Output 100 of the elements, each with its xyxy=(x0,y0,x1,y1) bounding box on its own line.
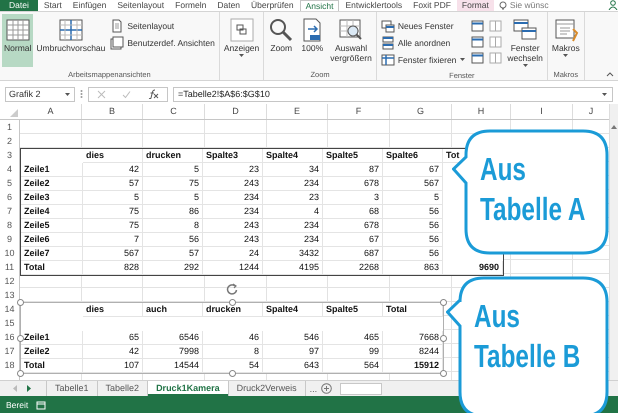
ribbon-button[interactable]: Neues Fenster xyxy=(378,18,468,33)
row-header[interactable]: 11 xyxy=(0,260,19,274)
row-header[interactable]: 8 xyxy=(0,218,19,232)
row-header[interactable]: 9 xyxy=(0,232,19,246)
column-header[interactable]: C xyxy=(143,104,205,119)
ribbon-tab[interactable]: Entwicklertools xyxy=(340,0,408,11)
ribbon-button[interactable]: Anzeigen xyxy=(222,14,262,67)
resize-handle[interactable] xyxy=(229,370,236,377)
row-header[interactable]: 13 xyxy=(0,288,19,302)
table-cell: 56 xyxy=(383,247,443,261)
table-cell: 57 xyxy=(143,247,203,261)
table-cell: 243 xyxy=(203,233,263,247)
resize-handle[interactable] xyxy=(17,370,24,377)
ribbon-button[interactable]: Fenster fixieren xyxy=(378,52,468,67)
ribbon-button[interactable]: Fenster wechseln xyxy=(505,14,545,70)
ribbon-button[interactable]: Auswahl vergrößern xyxy=(328,14,374,67)
ribbon-button[interactable]: 100% xyxy=(297,14,328,67)
table-cell: 678 xyxy=(323,219,383,233)
collapse-ribbon-icon xyxy=(606,71,614,77)
select-all-icon xyxy=(10,109,18,117)
row-header[interactable]: 18 xyxy=(0,358,19,372)
ribbon-tab[interactable]: Seitenlayout xyxy=(112,0,170,11)
table-cell: 678 xyxy=(323,177,383,191)
table-cell: 75 xyxy=(83,219,143,233)
row-header[interactable]: 12 xyxy=(0,274,19,288)
row-header[interactable]: 7 xyxy=(0,204,19,218)
name-box[interactable]: Grafik 2 xyxy=(5,86,75,102)
table-cell: 1244 xyxy=(203,261,263,275)
page-grid-icon xyxy=(58,17,84,43)
row-header[interactable]: 17 xyxy=(0,344,19,358)
table-cell: 42 xyxy=(83,163,143,177)
column-header[interactable]: H xyxy=(452,104,511,119)
ribbon-button[interactable]: Benutzerdef. Ansichten xyxy=(108,35,217,50)
formula-field[interactable]: =Tabelle2!$A$6:$G$10 xyxy=(173,86,613,102)
row-header[interactable]: 6 xyxy=(0,190,19,204)
row-label: Total xyxy=(21,261,83,275)
ribbon-tab[interactable]: Start xyxy=(38,0,67,11)
table-cell: 7998 xyxy=(143,345,203,359)
tell-me-field[interactable]: Sie wünsc xyxy=(498,0,549,11)
ribbon-button[interactable]: Alle anordnen xyxy=(378,35,468,50)
row-header[interactable]: 2 xyxy=(0,134,19,148)
row-header[interactable]: 1 xyxy=(0,120,19,134)
table-cell: 567 xyxy=(383,177,443,191)
row-header[interactable]: 10 xyxy=(0,246,19,260)
rotate-handle-icon[interactable] xyxy=(226,283,238,295)
ribbon-button[interactable]: Normal xyxy=(2,14,34,67)
table-cell: 4195 xyxy=(263,261,323,275)
table-cell: 863 xyxy=(383,261,443,275)
row-header[interactable]: 5 xyxy=(0,176,19,190)
table-cell: 234 xyxy=(263,177,323,191)
split-window-icon xyxy=(489,20,502,32)
column-header[interactable]: B xyxy=(82,104,143,119)
row-header[interactable]: 16 xyxy=(0,330,19,344)
row-header[interactable]: 3 xyxy=(0,148,19,162)
table-cell: 56 xyxy=(383,219,443,233)
table-cell: 8 xyxy=(143,219,203,233)
row-label: Zeile2 xyxy=(21,177,83,191)
column-header: Spalte3 xyxy=(203,149,263,163)
row-label: Zeile2 xyxy=(21,345,83,359)
row-label: Zeile6 xyxy=(21,233,83,247)
ribbon-tab[interactable]: Daten xyxy=(212,0,246,11)
column-header[interactable]: E xyxy=(267,104,328,119)
column-header: Spalte4 xyxy=(263,303,323,317)
ribbon-tab[interactable]: Foxit PDF xyxy=(408,0,456,11)
resize-handle[interactable] xyxy=(440,299,447,306)
ribbon-button[interactable]: Zoom xyxy=(266,14,296,67)
resize-handle[interactable] xyxy=(17,335,24,342)
row-header[interactable]: 14 xyxy=(0,302,19,316)
column-header[interactable]: F xyxy=(328,104,390,119)
ribbon-tab[interactable]: Formeln xyxy=(170,0,212,11)
resize-handle[interactable] xyxy=(440,370,447,377)
row-header[interactable]: 15 xyxy=(0,316,19,330)
person-icon xyxy=(608,0,618,10)
row-header[interactable]: 4 xyxy=(0,162,19,176)
ribbon-tab[interactable]: Überprüfen xyxy=(246,0,299,11)
horizontal-scrollbar[interactable] xyxy=(340,382,382,394)
table-cell: 234 xyxy=(263,233,323,247)
table-cell: 57 xyxy=(83,177,143,191)
ribbon-tab[interactable]: Ansicht xyxy=(300,0,340,11)
sheet-tab[interactable]: Druck1Kamera xyxy=(148,381,229,396)
column-header: Spalte5 xyxy=(323,149,383,163)
ribbon-button[interactable]: Umbruchvorschau xyxy=(34,14,108,67)
more-tabs[interactable]: ... xyxy=(310,384,318,394)
table-cell: 7 xyxy=(83,233,143,247)
column-header[interactable]: D xyxy=(205,104,267,119)
ribbon-button[interactable]: Seitenlayout xyxy=(108,18,217,33)
vertical-scrollbar[interactable] xyxy=(609,104,618,380)
table-cell: 67 xyxy=(323,233,383,247)
resize-handle[interactable] xyxy=(229,299,236,306)
ribbon-button[interactable]: Makros xyxy=(550,14,582,67)
ribbon-tab[interactable]: Format xyxy=(456,0,494,11)
resize-handle[interactable] xyxy=(17,299,24,306)
column-header[interactable]: I xyxy=(511,104,573,119)
ribbon-tab[interactable]: Datei xyxy=(0,0,38,11)
table-cell: 5 xyxy=(383,191,443,205)
table-cell: 5 xyxy=(143,191,203,205)
ribbon-tab[interactable]: Einfügen xyxy=(68,0,112,11)
column-header[interactable]: G xyxy=(390,104,452,119)
column-header[interactable]: A xyxy=(20,104,82,119)
resize-handle[interactable] xyxy=(440,335,447,342)
